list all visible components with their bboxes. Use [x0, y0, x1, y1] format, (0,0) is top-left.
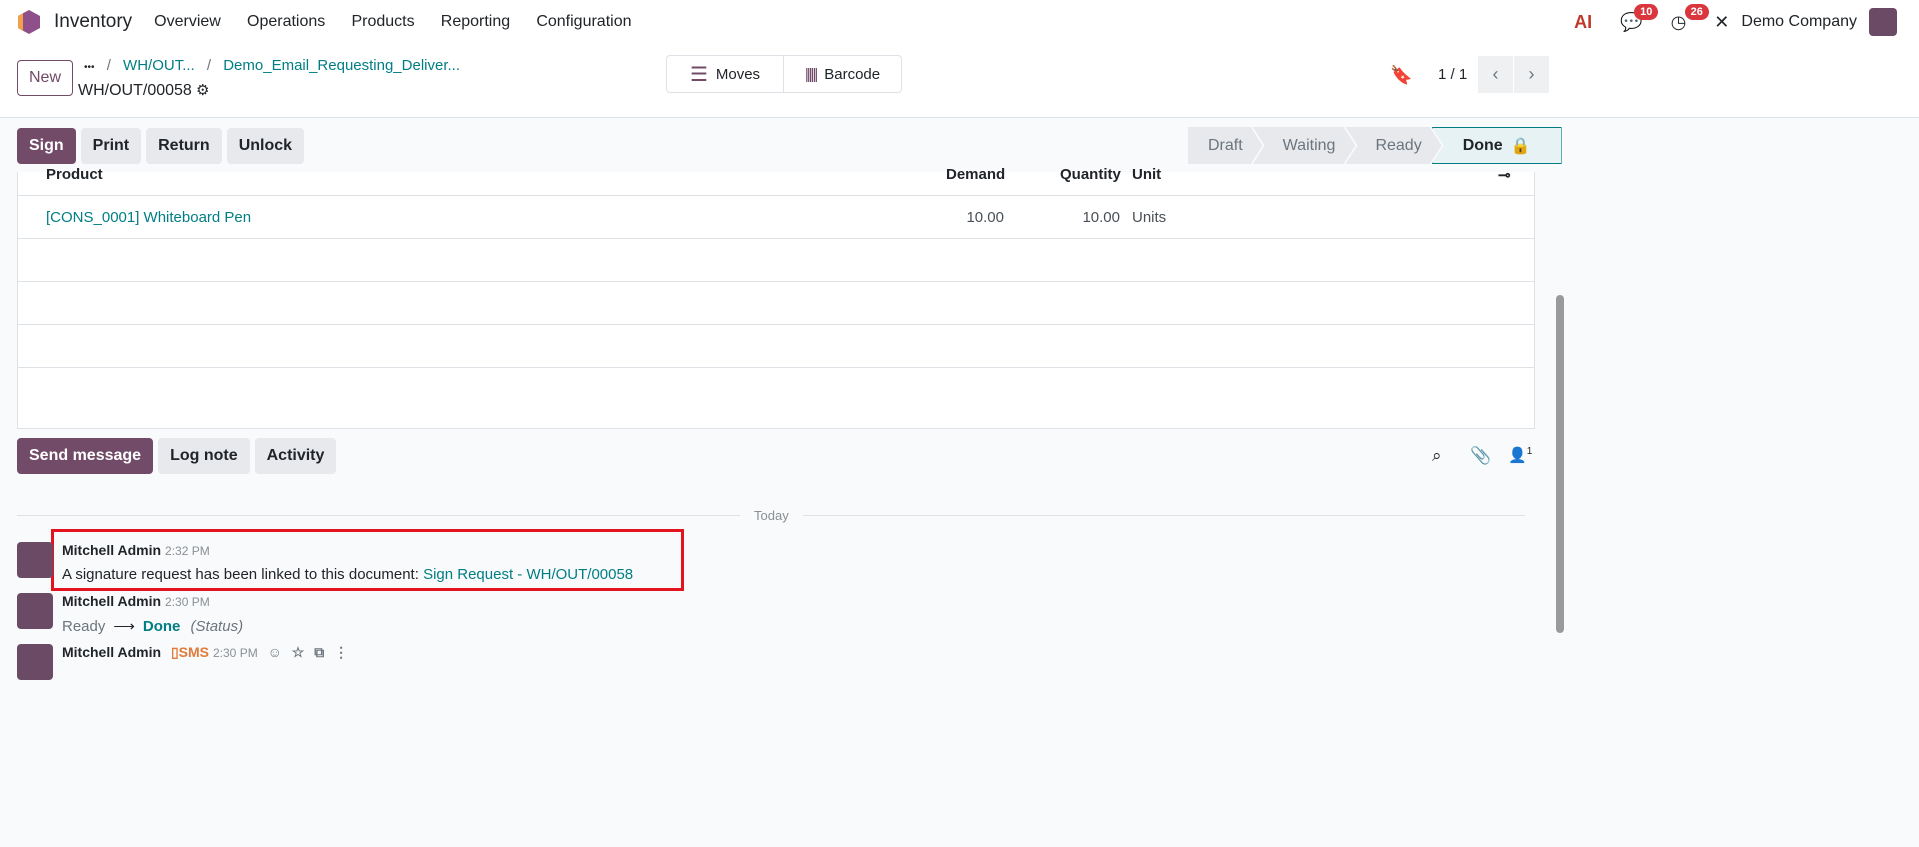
search-icon[interactable]: ⌕ [1432, 446, 1442, 466]
record-name: WH/OUT/00058 [78, 82, 192, 99]
menu-products[interactable]: Products [351, 13, 414, 30]
company-switcher[interactable]: Demo Company [1741, 13, 1857, 31]
status-ready[interactable]: Ready [1345, 127, 1441, 164]
breadcrumb-demo-email[interactable]: Demo_Email_Requesting_Deliver... [223, 57, 460, 74]
date-separator: Today [740, 508, 803, 523]
return-button[interactable]: Return [146, 128, 222, 164]
smart-buttons: ☰ Moves |||||| Barcode [666, 55, 902, 93]
unlock-button[interactable]: Unlock [226, 128, 305, 164]
star-icon[interactable]: ☆ [292, 644, 305, 660]
copy-icon[interactable]: ⧉ [314, 644, 324, 660]
log-note-button[interactable]: Log note [158, 438, 250, 474]
table-row[interactable]: [CONS_0001] Whiteboard Pen 10.00 10.00 U… [18, 196, 1534, 239]
list-icon: ☰ [689, 63, 708, 86]
activities-badge: 26 [1684, 3, 1709, 20]
arrow-right-icon: ⟶ [113, 618, 135, 635]
user-avatar[interactable] [1869, 8, 1897, 36]
gear-icon[interactable]: ⚙ [196, 81, 209, 99]
print-button[interactable]: Print [80, 128, 142, 164]
table-header: Product Demand Quantity Unit ⊸ [18, 166, 1534, 196]
lock-icon: 🔒 [1510, 137, 1531, 155]
messages-badge: 10 [1634, 3, 1659, 20]
tools-icon[interactable]: ✕ [1714, 12, 1729, 33]
author-name[interactable]: Mitchell Admin [62, 542, 161, 558]
control-panel: New ••• / WH/OUT... / Demo_Email_Request… [0, 44, 1919, 118]
status-bar: Draft Waiting Ready Done 🔒 [1188, 127, 1562, 164]
menu-configuration[interactable]: Configuration [536, 13, 631, 30]
author-avatar[interactable] [17, 644, 53, 680]
menu-operations[interactable]: Operations [247, 13, 325, 30]
sms-icon: ▯ [170, 644, 179, 660]
menu-overview[interactable]: Overview [154, 13, 221, 30]
pager-previous-button[interactable]: ‹ [1478, 56, 1513, 93]
moves-table: Product Demand Quantity Unit ⊸ [CONS_000… [17, 166, 1535, 429]
breadcrumb-wh-out[interactable]: WH/OUT... [123, 57, 195, 74]
top-navbar: Inventory Overview Operations Products R… [0, 0, 1919, 44]
barcode-icon: |||||| [804, 65, 818, 83]
app-name[interactable]: Inventory [54, 11, 132, 33]
optional-columns-icon[interactable]: ⊸ [1498, 166, 1511, 184]
status-waiting[interactable]: Waiting [1253, 127, 1356, 164]
more-icon[interactable]: ⋮ [334, 644, 348, 660]
author-name[interactable]: Mitchell Admin [62, 644, 161, 660]
add-reaction-icon[interactable]: ☺ [268, 644, 282, 660]
sign-request-link[interactable]: Sign Request - WH/OUT/00058 [423, 566, 633, 583]
bookmark-icon[interactable]: 🔖 [1390, 65, 1412, 86]
sign-button[interactable]: Sign [17, 128, 76, 164]
barcode-button[interactable]: |||||| Barcode [784, 56, 901, 92]
scrollbar[interactable] [1556, 295, 1564, 633]
status-draft[interactable]: Draft [1188, 127, 1263, 164]
attachment-icon[interactable]: 📎 [1470, 446, 1491, 466]
author-avatar[interactable] [17, 542, 53, 578]
pager-value[interactable]: 1 / 1 [1438, 66, 1467, 83]
activity-button[interactable]: Activity [254, 438, 337, 474]
menu-reporting[interactable]: Reporting [441, 13, 510, 30]
activities-icon[interactable]: ◷ 26 [1671, 3, 1709, 33]
author-avatar[interactable] [17, 593, 53, 629]
new-button[interactable]: New [17, 60, 73, 96]
send-message-button[interactable]: Send message [17, 438, 154, 474]
messages-icon[interactable]: 💬 10 [1620, 3, 1659, 33]
author-name[interactable]: Mitchell Admin [62, 593, 161, 609]
followers-icon[interactable]: 👤1 [1508, 446, 1532, 464]
breadcrumb-ellipsis[interactable]: ••• [84, 62, 95, 73]
inventory-logo-icon[interactable] [18, 10, 40, 34]
status-done[interactable]: Done 🔒 [1431, 127, 1562, 164]
ai-icon[interactable]: AI [1574, 12, 1592, 33]
pager-next-button[interactable]: › [1514, 56, 1549, 93]
moves-button[interactable]: ☰ Moves [667, 56, 784, 92]
